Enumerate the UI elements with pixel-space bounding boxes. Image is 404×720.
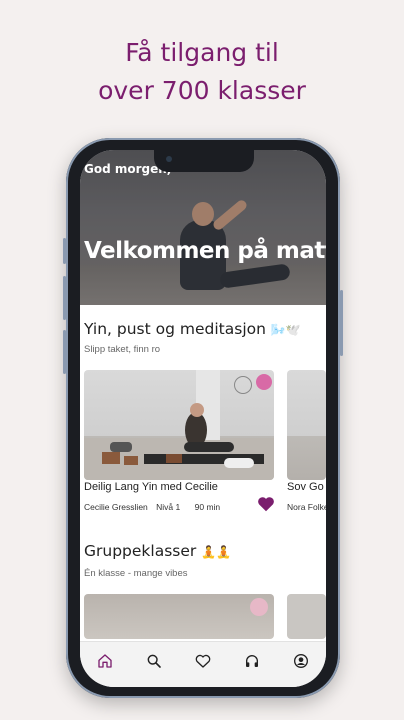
tab-favorites[interactable] <box>183 650 223 672</box>
section-title: Yin, pust og meditasjon 🌬️🕊️ <box>84 320 301 338</box>
bottom-tab-bar <box>80 641 326 687</box>
tab-search[interactable] <box>134 650 174 672</box>
class-title[interactable]: Sov Go <box>287 481 324 493</box>
brand-badge-icon <box>256 374 272 390</box>
heart-icon <box>195 654 211 668</box>
phone-side-button <box>63 330 66 374</box>
tab-profile[interactable] <box>281 650 321 672</box>
class-meta: Cecilie Gresslien Nivå 1 90 min <box>84 502 220 512</box>
class-thumbnail[interactable] <box>84 594 274 639</box>
class-thumbnail[interactable] <box>287 370 326 480</box>
promo-headline-line2: over 700 klasser <box>98 76 306 105</box>
hero-banner: God morgen, Velkommen på matta! <box>80 150 326 305</box>
phone-side-button <box>63 238 66 264</box>
meditation-emoji-icon: 🧘🧘 <box>201 545 232 559</box>
instructor-name: Cecilie Gresslien <box>84 502 148 512</box>
headphones-icon <box>246 655 259 667</box>
section-subtitle: Én klasse - mange vibes <box>84 568 188 579</box>
camera-icon <box>166 156 172 162</box>
section-title: Gruppeklasser 🧘🧘 <box>84 542 231 560</box>
heart-icon[interactable] <box>257 496 275 512</box>
tab-audio[interactable] <box>232 650 272 672</box>
class-level: Nivå 1 <box>156 502 181 512</box>
promo-headline: Få tilgang til over 700 klasser <box>0 34 404 110</box>
phone-notch <box>154 150 254 172</box>
class-title[interactable]: Deilig Lang Yin med Cecilie <box>84 481 218 493</box>
breath-dove-emoji-icon: 🌬️🕊️ <box>270 323 301 337</box>
section-title-text: Gruppeklasser <box>84 542 197 560</box>
instructor-name: Nora Folke <box>287 502 326 512</box>
tab-home[interactable] <box>85 650 125 672</box>
home-icon <box>97 654 112 668</box>
section-subtitle: Slipp taket, finn ro <box>84 344 161 355</box>
search-icon <box>147 654 161 668</box>
profile-icon <box>294 654 309 668</box>
phone-side-button <box>340 290 343 356</box>
class-thumbnail[interactable] <box>84 370 274 480</box>
class-duration: 90 min <box>194 502 221 512</box>
section-title-text: Yin, pust og meditasjon <box>84 320 266 338</box>
phone-side-button <box>63 276 66 320</box>
app-screen: God morgen, Velkommen på matta! Yin, pus… <box>80 150 326 687</box>
welcome-title: Velkommen på matta! <box>84 238 326 264</box>
brand-badge-icon <box>234 376 252 394</box>
class-thumbnail[interactable] <box>287 594 326 639</box>
promo-headline-line1: Få tilgang til <box>125 38 279 67</box>
balloon-decoration <box>250 598 268 616</box>
